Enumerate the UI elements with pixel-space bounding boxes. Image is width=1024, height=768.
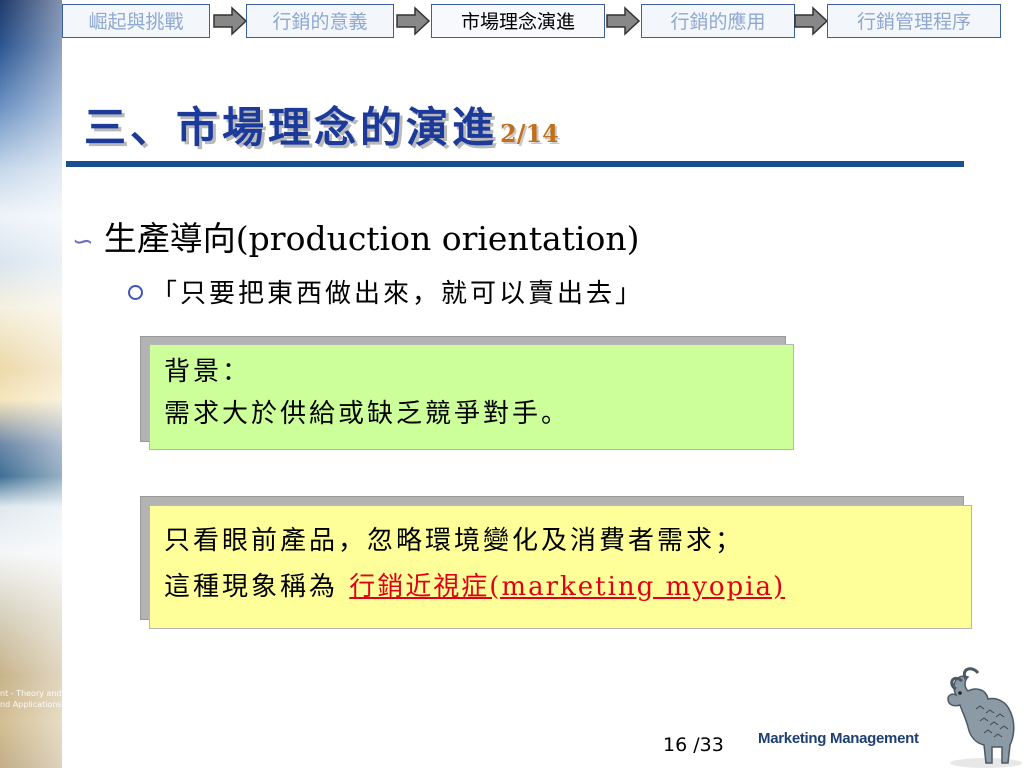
marketing-myopia-term: 行銷近視症(marketing myopia) <box>349 572 786 602</box>
slide-title-text: 三、市場理念的演進 <box>84 103 499 152</box>
side-photo-strip: nt - Theory and A nd Applications <box>0 0 62 768</box>
bullet-level2-text: 「只要把東西做出來，就可以賣出去」 <box>151 279 645 309</box>
bullet-marker-icon: ∽ <box>72 227 94 257</box>
slide-title: 三、市場理念的演進2/14 <box>84 94 559 155</box>
side-strip-caption-1: nt - Theory and A <box>0 689 62 698</box>
nav-item-marketing-meaning[interactable]: 行銷的意義 <box>246 4 394 38</box>
nav-arrow-icon <box>396 6 431 36</box>
bullet-level1-text: 生產導向(production orientation) <box>103 219 640 258</box>
nav-item-marketing-application[interactable]: 行銷的應用 <box>641 4 795 38</box>
nav-arrow-icon <box>794 6 829 36</box>
myopia-note-line2: 這種現象稱為 行銷近視症(marketing myopia) <box>164 564 957 610</box>
side-strip-overlay <box>0 0 62 768</box>
nav-item-rise-challenge[interactable]: 崛起與挑戰 <box>62 4 210 38</box>
circle-bullet-icon <box>128 284 143 300</box>
bullet-level2: 「只要把東西做出來，就可以賣出去」 <box>128 273 644 310</box>
nav-item-market-concept-evolution[interactable]: 市場理念演進 <box>431 4 605 38</box>
title-underline <box>66 161 964 167</box>
background-note-line2: 需求大於供給或缺乏競爭對手。 <box>164 399 571 429</box>
nav-arrow-icon <box>213 6 248 36</box>
myopia-note-line1: 只看眼前產品，忽略環境變化及消費者需求； <box>164 526 745 556</box>
myopia-note-prefix: 這種現象稱為 <box>164 572 350 602</box>
top-navigation: 崛起與挑戰 行銷的意義 市場理念演進 行銷的應用 行銷管理程序 <box>62 0 1024 44</box>
side-strip-caption-2: nd Applications <box>0 700 62 709</box>
background-note-box: 背景： 需求大於供給或缺乏競爭對手。 <box>149 344 794 450</box>
nav-arrow-icon <box>606 6 641 36</box>
myopia-note-box: 只看眼前產品，忽略環境變化及消費者需求； 這種現象稱為 行銷近視症(market… <box>149 505 972 629</box>
nav-item-marketing-management-process[interactable]: 行銷管理程序 <box>827 4 1001 38</box>
goat-figurine-icon <box>947 667 1022 768</box>
background-note-line1: 背景： <box>164 357 252 387</box>
brand-logo-text: Marketing Management <box>758 730 919 747</box>
slide-title-page-indicator: 2/14 <box>500 119 559 148</box>
page-number: 16 /33 <box>663 734 724 756</box>
bullet-level1: ∽ 生產導向(production orientation) <box>72 212 639 260</box>
